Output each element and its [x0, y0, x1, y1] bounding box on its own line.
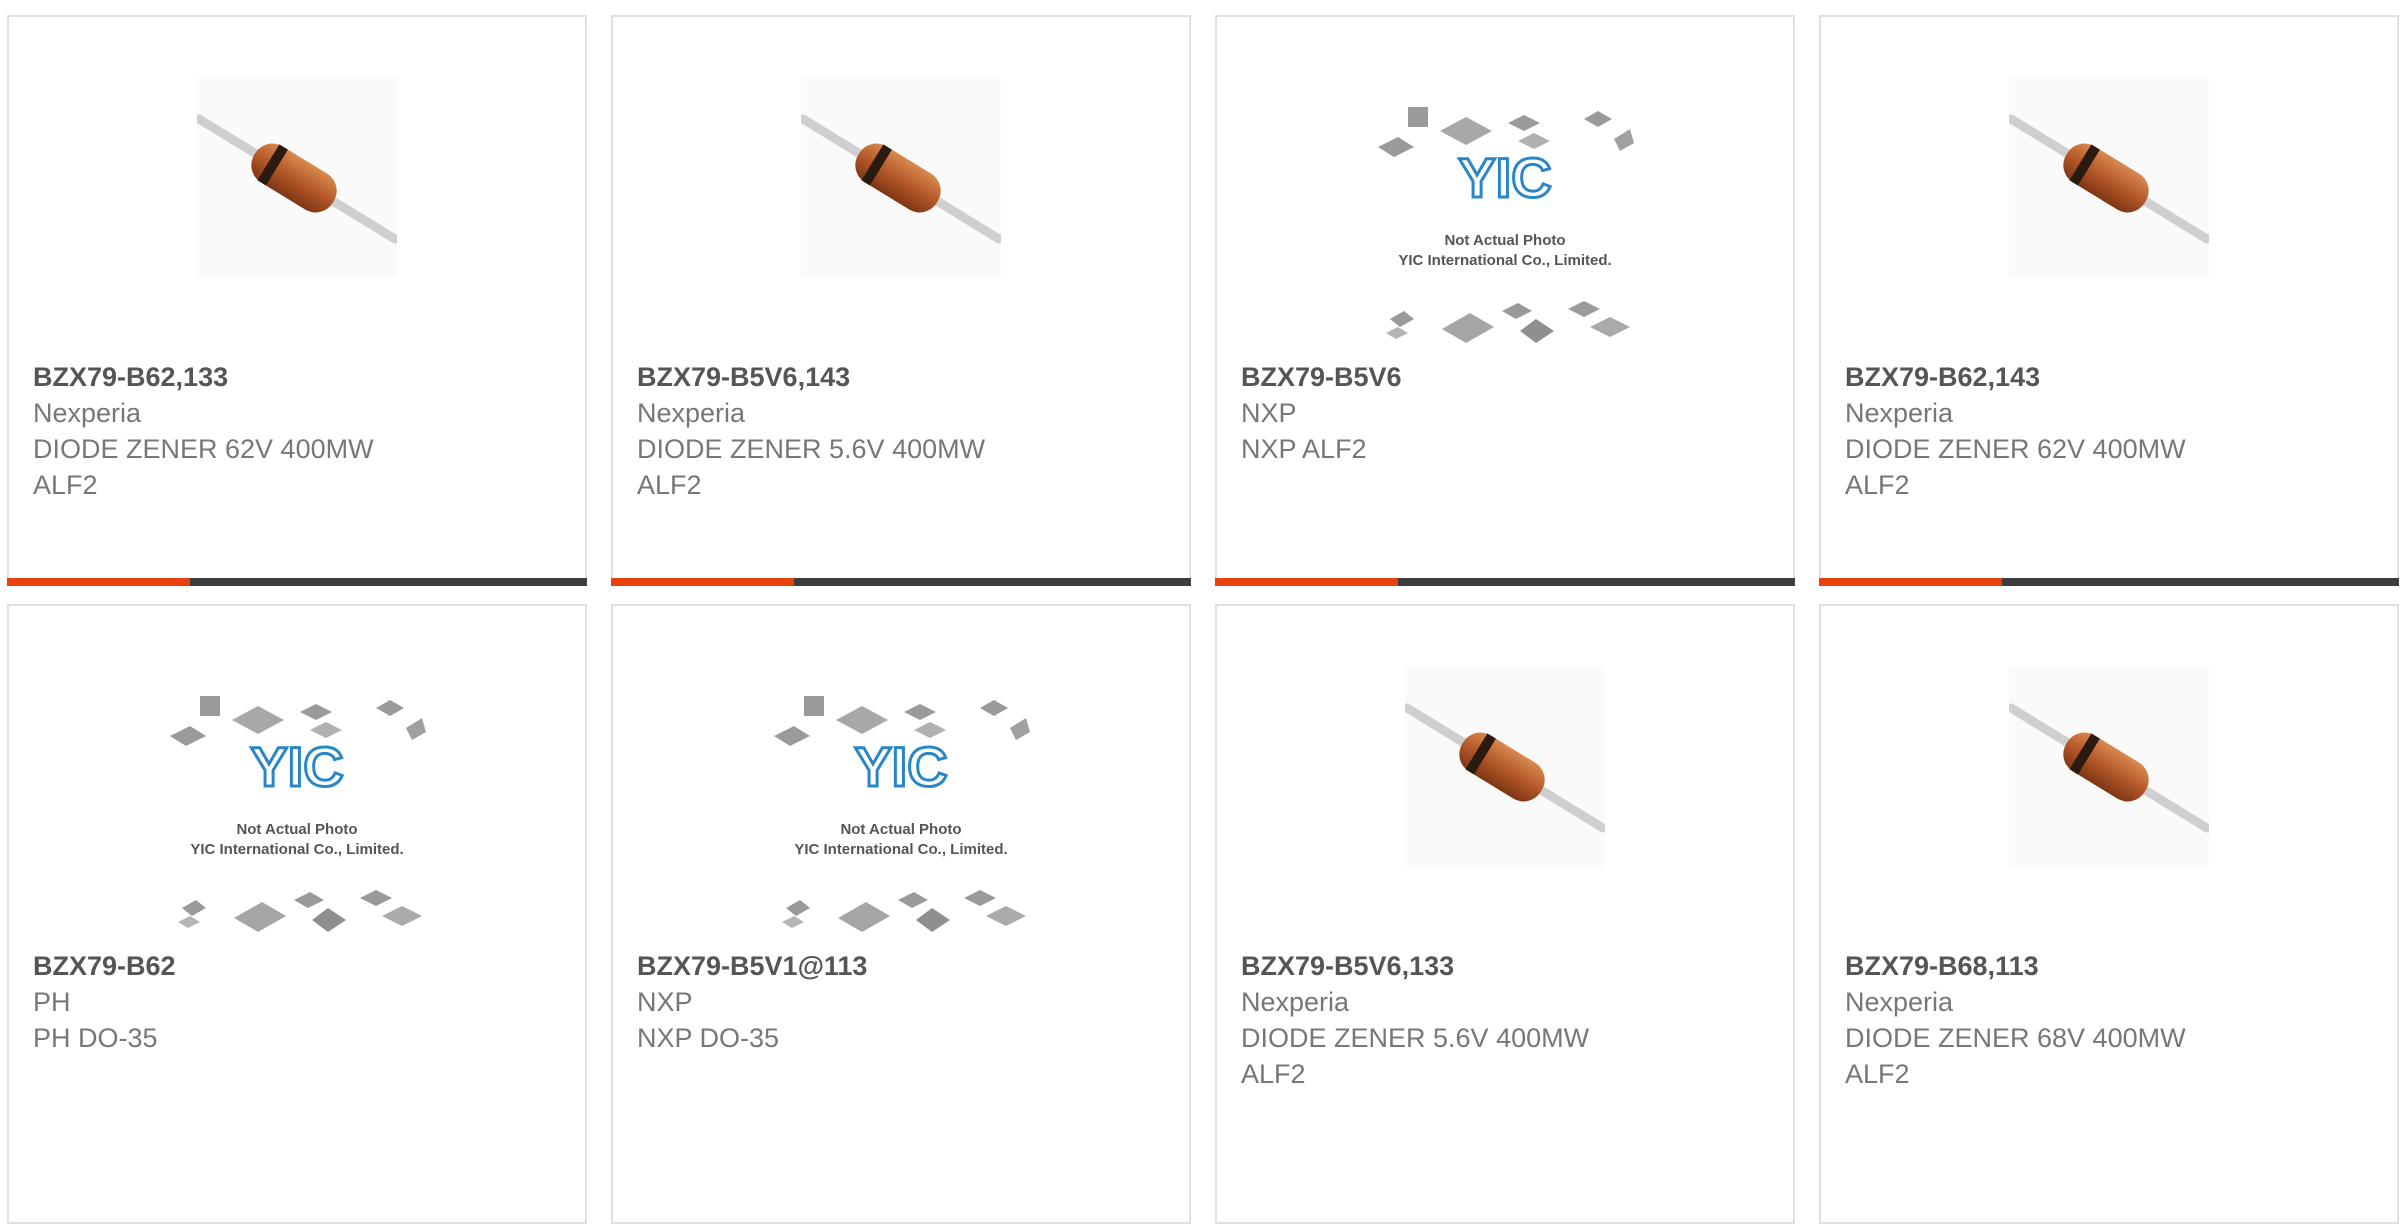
product-image — [613, 77, 1189, 357]
description: DIODE ZENER 62V 400MW — [1845, 434, 2186, 464]
product-image: YIC Not Actual Photo YIC International C… — [1217, 105, 1793, 355]
part-number[interactable]: BZX79-B5V1@113 — [637, 948, 1173, 984]
card-bottom-bar — [7, 578, 587, 586]
package: ALF2 — [1241, 1059, 1306, 1089]
part-number[interactable]: BZX79-B68,113 — [1845, 948, 2381, 984]
package: ALF2 — [1845, 470, 1910, 500]
diode-icon — [1405, 666, 1605, 866]
product-image — [1217, 666, 1793, 946]
placeholder-company: YIC International Co., Limited. — [190, 841, 403, 858]
card-bottom-bar — [611, 578, 1191, 586]
manufacturer: PH — [33, 987, 71, 1017]
card-bottom-bar — [1819, 578, 2399, 586]
product-image: YIC Not Actual Photo YIC International C… — [9, 694, 585, 944]
manufacturer: NXP — [637, 987, 693, 1017]
product-image — [9, 77, 585, 357]
diode-icon — [2009, 77, 2209, 277]
diode-icon — [801, 77, 1001, 277]
product-card[interactable]: YIC Not Actual Photo YIC International C… — [611, 604, 1191, 1224]
placeholder-company: YIC International Co., Limited. — [794, 841, 1007, 858]
description: DIODE ZENER 68V 400MW — [1845, 1023, 2186, 1053]
manufacturer: Nexperia — [1241, 987, 1350, 1017]
placeholder-caption: Not Actual Photo — [840, 821, 961, 838]
yic-logo: YIC — [854, 735, 947, 798]
part-number[interactable]: BZX79-B62 — [33, 948, 569, 984]
placeholder-image: YIC Not Actual Photo YIC International C… — [774, 696, 1030, 932]
manufacturer: Nexperia — [1845, 398, 1954, 428]
product-card[interactable]: BZX79-B62,143 Nexperia DIODE ZENER 62V 4… — [1819, 15, 2399, 586]
placeholder-caption: Not Actual Photo — [236, 821, 357, 838]
product-card[interactable]: BZX79-B68,113 Nexperia DIODE ZENER 68V 4… — [1819, 604, 2399, 1224]
part-number[interactable]: BZX79-B62,143 — [1845, 359, 2381, 395]
package: ALF2 — [33, 470, 98, 500]
product-card[interactable]: BZX79-B5V6,143 Nexperia DIODE ZENER 5.6V… — [611, 15, 1191, 586]
product-card[interactable]: BZX79-B5V6,133 Nexperia DIODE ZENER 5.6V… — [1215, 604, 1795, 1224]
product-image — [1821, 77, 2397, 357]
product-image — [1821, 666, 2397, 946]
product-card[interactable]: YIC Not Actual Photo YIC International C… — [7, 604, 587, 1224]
product-card[interactable]: BZX79-B62,133 Nexperia DIODE ZENER 62V 4… — [7, 15, 587, 586]
manufacturer: Nexperia — [33, 398, 142, 428]
manufacturer: Nexperia — [637, 398, 746, 428]
placeholder-image: YIC Not Actual Photo YIC International C… — [170, 696, 426, 932]
package: ALF2 — [1845, 1059, 1910, 1089]
part-number[interactable]: BZX79-B5V6,143 — [637, 359, 1173, 395]
product-image: YIC Not Actual Photo YIC International C… — [613, 694, 1189, 944]
accent-indicator — [1215, 578, 1398, 586]
placeholder-caption: Not Actual Photo — [1444, 232, 1565, 249]
description: NXP DO-35 — [637, 1023, 780, 1053]
card-bottom-bar — [1215, 578, 1795, 586]
part-number[interactable]: BZX79-B5V6,133 — [1241, 948, 1777, 984]
placeholder-image: YIC Not Actual Photo YIC International C… — [1378, 107, 1634, 343]
description: DIODE ZENER 5.6V 400MW — [1241, 1023, 1590, 1053]
description: DIODE ZENER 62V 400MW — [33, 434, 374, 464]
accent-indicator — [1819, 578, 2002, 586]
placeholder-company: YIC International Co., Limited. — [1398, 252, 1611, 269]
diode-icon — [197, 77, 397, 277]
description: NXP ALF2 — [1241, 434, 1367, 464]
yic-logo: YIC — [1458, 146, 1551, 209]
accent-indicator — [611, 578, 794, 586]
accent-indicator — [7, 578, 190, 586]
yic-logo: YIC — [250, 735, 343, 798]
description: PH DO-35 — [33, 1023, 158, 1053]
description: DIODE ZENER 5.6V 400MW — [637, 434, 986, 464]
package: ALF2 — [637, 470, 702, 500]
product-card[interactable]: YIC Not Actual Photo YIC International C… — [1215, 15, 1795, 586]
part-number[interactable]: BZX79-B62,133 — [33, 359, 569, 395]
product-grid: BZX79-B62,133 Nexperia DIODE ZENER 62V 4… — [0, 0, 2400, 1224]
manufacturer: Nexperia — [1845, 987, 1954, 1017]
manufacturer: NXP — [1241, 398, 1297, 428]
part-number[interactable]: BZX79-B5V6 — [1241, 359, 1777, 395]
diode-icon — [2009, 666, 2209, 866]
